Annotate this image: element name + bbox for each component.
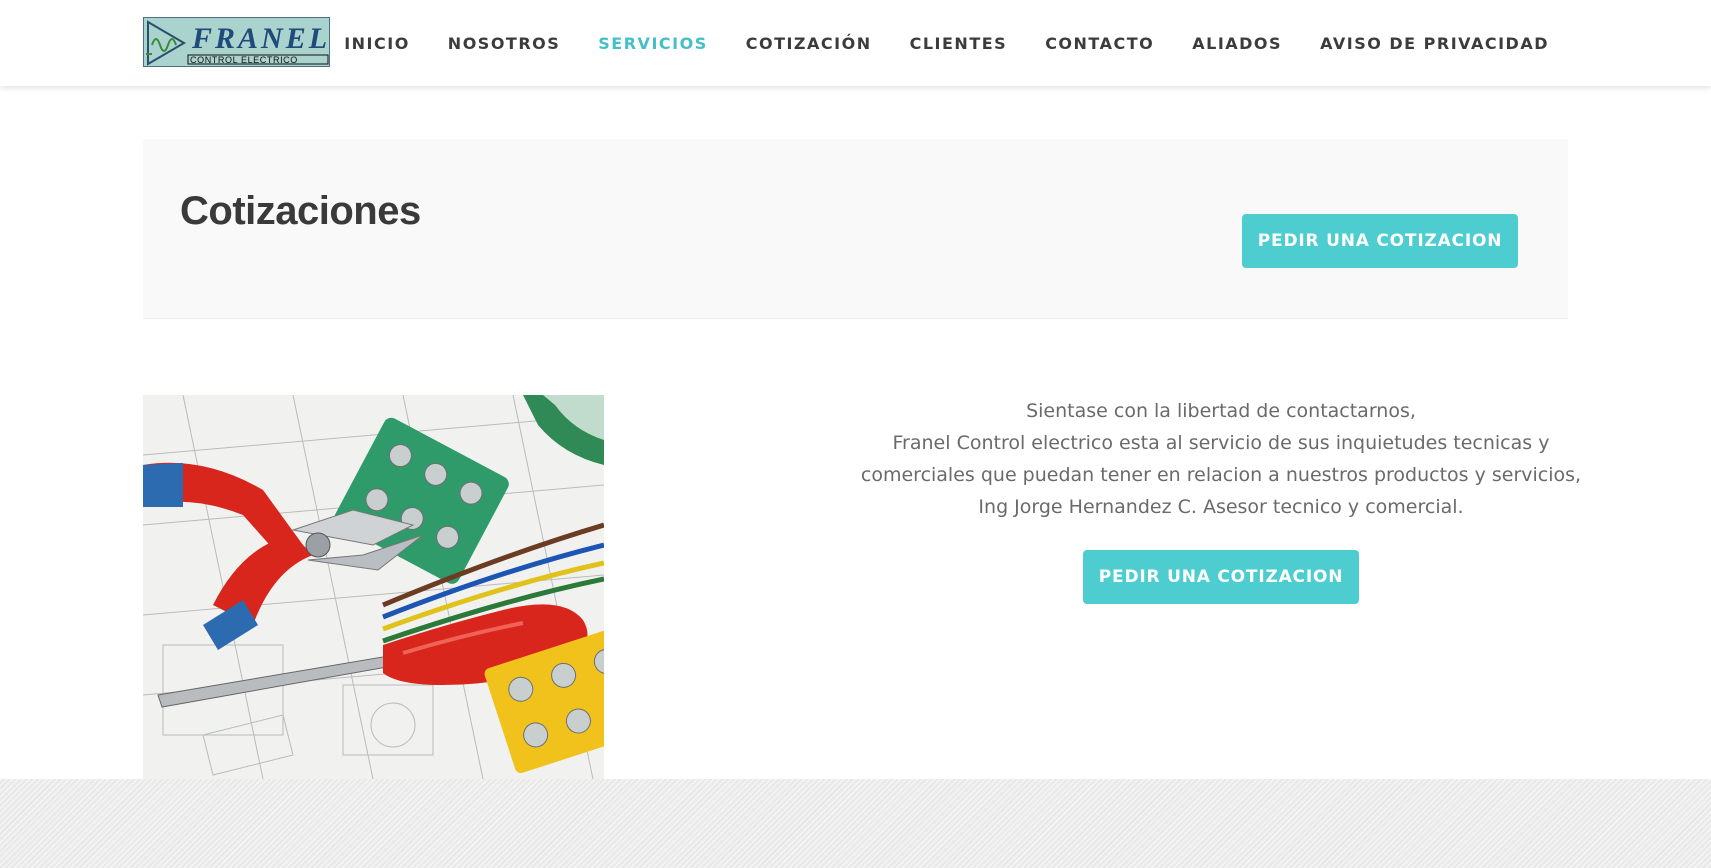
request-quote-button-top[interactable]: PEDIR UNA COTIZACION: [1242, 214, 1518, 268]
message-line-3: comerciales que puedan tener en relacion…: [860, 464, 1582, 486]
request-quote-button[interactable]: PEDIR UNA COTIZACION: [1083, 550, 1359, 604]
page-title: Cotizaciones: [180, 189, 421, 233]
nav-servicios[interactable]: SERVICIOS: [598, 34, 707, 53]
nav-nosotros[interactable]: NOSOTROS: [448, 34, 560, 53]
franel-logo[interactable]: FRANEL CONTROL ELECTRICO: [143, 17, 330, 67]
contact-message: Sientase con la libertad de contactarnos…: [860, 395, 1582, 604]
main-nav: INICIO NOSOTROS SERVICIOS COTIZACIÓN CLI…: [344, 0, 1549, 86]
logo-tagline: CONTROL ELECTRICO: [190, 55, 298, 65]
nav-contacto[interactable]: CONTACTO: [1045, 34, 1154, 53]
message-line-1: Sientase con la libertad de contactarnos…: [1026, 400, 1416, 422]
footer-background: [0, 779, 1711, 868]
site-header: FRANEL CONTROL ELECTRICO INICIO NOSOTROS…: [0, 0, 1711, 86]
message-line-2: Franel Control electrico esta al servici…: [892, 432, 1550, 454]
nav-aviso-privacidad[interactable]: AVISO DE PRIVACIDAD: [1320, 34, 1549, 53]
nav-cotizacion[interactable]: COTIZACIÓN: [746, 34, 872, 53]
nav-inicio[interactable]: INICIO: [344, 34, 410, 53]
message-line-4: Ing Jorge Hernandez C. Asesor tecnico y …: [978, 496, 1464, 518]
nav-clientes[interactable]: CLIENTES: [910, 34, 1008, 53]
nav-aliados[interactable]: ALIADOS: [1192, 34, 1282, 53]
page-title-banner: Cotizaciones PEDIR UNA COTIZACION: [143, 139, 1568, 319]
logo-brand: FRANEL: [191, 22, 330, 55]
electrical-tools-image: [143, 395, 604, 779]
